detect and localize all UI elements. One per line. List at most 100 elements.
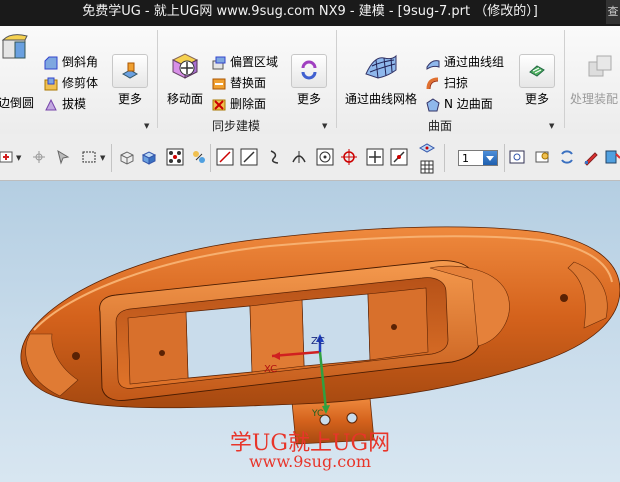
window-title: 免费学UG - 就上UG网 www.9sug.com NX9 - 建模 - [9…	[82, 4, 538, 19]
zoom-icon[interactable]	[534, 148, 552, 166]
n-sided-surface-label: N 边曲面	[444, 97, 493, 111]
more-label-1: 更多	[117, 92, 142, 106]
through-curve-mesh-button[interactable]: 通过曲线网格	[342, 50, 420, 110]
curve-mesh-icon	[365, 54, 397, 79]
rect-select-dropdown-icon[interactable]: ▼	[100, 154, 105, 162]
toolbar-separator	[444, 144, 445, 172]
n-sided-surface-icon	[426, 97, 440, 111]
group1-dropdown-icon[interactable]: ▼	[144, 122, 149, 130]
replace-face-button[interactable]: 替换面	[212, 73, 266, 93]
toolbar-separator	[111, 144, 112, 172]
window-corner-button[interactable]: 查	[606, 0, 620, 24]
curve-point-icon[interactable]	[266, 148, 284, 166]
surface-more-icon	[529, 65, 545, 77]
snap-settings-icon[interactable]	[190, 148, 208, 166]
swept-button[interactable]: 扫掠	[426, 73, 468, 93]
selection-filter-icon[interactable]	[0, 148, 16, 166]
swept-label: 扫掠	[444, 76, 469, 90]
edge-blend-button[interactable]: 边倒圆	[0, 30, 38, 110]
title-bar: 免费学UG - 就上UG网 www.9sug.com NX9 - 建模 - [9…	[0, 0, 620, 26]
delete-face-label: 删除面	[230, 97, 267, 111]
filter-dropdown-icon[interactable]: ▼	[16, 154, 21, 162]
draft-label: 拔模	[62, 97, 87, 111]
replace-face-icon	[212, 78, 226, 89]
n-sided-surface-button[interactable]: N 边曲面	[426, 94, 493, 114]
toolbar: ▼ ▼	[0, 134, 620, 181]
draft-icon	[45, 98, 57, 110]
snap-point-icon[interactable]	[30, 148, 48, 166]
group3-dropdown-icon[interactable]: ▼	[549, 122, 554, 130]
more-label-2: 更多	[296, 92, 321, 106]
edge-blend-icon	[1, 34, 28, 59]
edge-blend-label: 边倒圆	[0, 96, 34, 110]
more-button-2[interactable]: 更多	[290, 54, 328, 108]
line-endpoint-icon[interactable]	[216, 148, 234, 166]
intersection-icon[interactable]	[290, 148, 308, 166]
rectangle-select-icon[interactable]	[80, 148, 98, 166]
offset-region-button[interactable]: 偏置区域	[212, 52, 278, 72]
chamfer-button[interactable]: 倒斜角	[44, 52, 98, 72]
edit-object-icon[interactable]	[582, 148, 600, 166]
more-button-3[interactable]: 更多	[518, 54, 556, 108]
tab-hole	[346, 412, 358, 424]
wireframe-view-icon[interactable]	[118, 148, 136, 166]
replace-face-label: 替换面	[230, 76, 267, 90]
point-on-face-icon[interactable]	[418, 138, 436, 156]
work-layer-select[interactable]: 1	[458, 150, 498, 166]
axis-label-yc: YC	[311, 409, 323, 419]
chamfer-icon	[44, 56, 58, 69]
through-curves-button[interactable]: 通过曲线组	[426, 52, 504, 72]
assembly-icon	[588, 55, 612, 77]
through-curves-label: 通过曲线组	[444, 55, 505, 69]
toolbar-separator	[210, 144, 211, 172]
offset-region-icon	[212, 56, 226, 69]
move-face-button[interactable]: 移动面	[160, 50, 210, 110]
rib-block	[367, 287, 429, 361]
mounting-hole	[560, 294, 568, 302]
through-curve-mesh-label: 通过曲线网格	[344, 92, 417, 106]
mounting-hole	[391, 324, 397, 330]
trim-body-icon	[44, 77, 58, 90]
axis-label-xc: XC	[264, 364, 277, 375]
line-midpoint-icon[interactable]	[240, 148, 258, 166]
mounting-hole	[159, 350, 165, 356]
work-layer-value: 1	[462, 152, 469, 165]
point-on-curve-icon[interactable]	[390, 148, 408, 166]
select-tool-icon[interactable]	[54, 148, 72, 166]
view-fit-icon[interactable]	[508, 148, 526, 166]
ribbon-separator	[336, 30, 337, 128]
mounting-hole	[72, 352, 80, 360]
group2-dropdown-icon[interactable]: ▼	[322, 122, 327, 130]
rib-block	[127, 311, 189, 385]
snap-all-icon[interactable]	[166, 148, 184, 166]
more-button-1[interactable]: 更多	[111, 54, 149, 108]
rotate-icon[interactable]	[558, 148, 576, 166]
surface-group-label: 曲面	[428, 119, 453, 133]
chamfer-label: 倒斜角	[62, 55, 99, 69]
rib-block	[249, 299, 305, 373]
more-label-3: 更多	[524, 92, 549, 106]
quadrant-point-icon[interactable]	[340, 148, 358, 166]
offset-region-label: 偏置区域	[230, 55, 279, 69]
existing-point-icon[interactable]	[366, 148, 384, 166]
window-opening	[301, 293, 371, 367]
grid-icon[interactable]	[418, 158, 436, 176]
arc-center-icon[interactable]	[316, 148, 334, 166]
window-opening	[185, 305, 253, 379]
toolbar-separator	[504, 144, 505, 172]
move-face-icon	[171, 53, 199, 79]
process-assembly-label: 处理装配	[570, 92, 619, 106]
layer-dropdown-icon[interactable]	[483, 151, 497, 165]
move-face-label: 移动面	[166, 92, 203, 106]
delete-face-button[interactable]: 删除面	[212, 94, 266, 114]
axis-label-zc: ZC	[311, 336, 325, 347]
delete-face-icon	[212, 99, 226, 110]
sync-modeling-group-label: 同步建模	[212, 119, 261, 133]
process-assembly-button[interactable]: 处理装配	[570, 50, 620, 110]
trim-body-button[interactable]: 修剪体	[44, 73, 98, 93]
swept-icon	[426, 77, 439, 89]
shaded-view-icon[interactable]	[140, 148, 158, 166]
draft-button[interactable]: 拔模	[44, 94, 86, 114]
watermark-url: www.9sug.com	[248, 452, 372, 471]
paint-icon[interactable]	[604, 148, 620, 166]
